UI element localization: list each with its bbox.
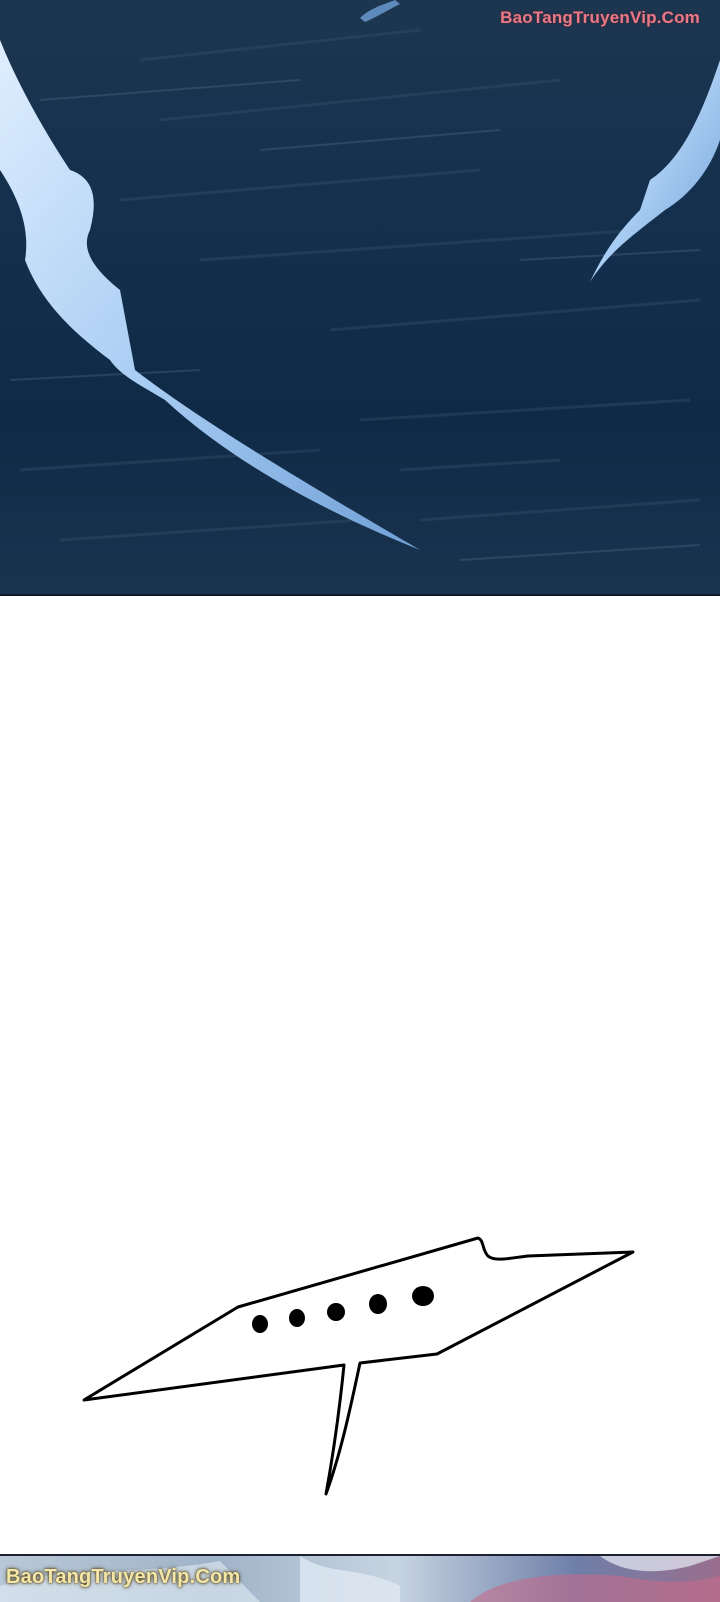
slash-artwork	[0, 0, 720, 561]
speech-bubble	[0, 1200, 720, 1535]
motion-streaks	[19, 28, 701, 542]
right-slash-shape	[590, 60, 720, 282]
watermark-bottom: BaoTangTruyenVip.Com	[6, 1566, 241, 1588]
top-panel-night-slash: BaoTangTruyenVip.Com	[0, 0, 720, 596]
speech-bubble-outline	[82, 1236, 635, 1496]
debris-shape	[360, 0, 400, 22]
watermark-top: BaoTangTruyenVip.Com	[500, 8, 700, 27]
